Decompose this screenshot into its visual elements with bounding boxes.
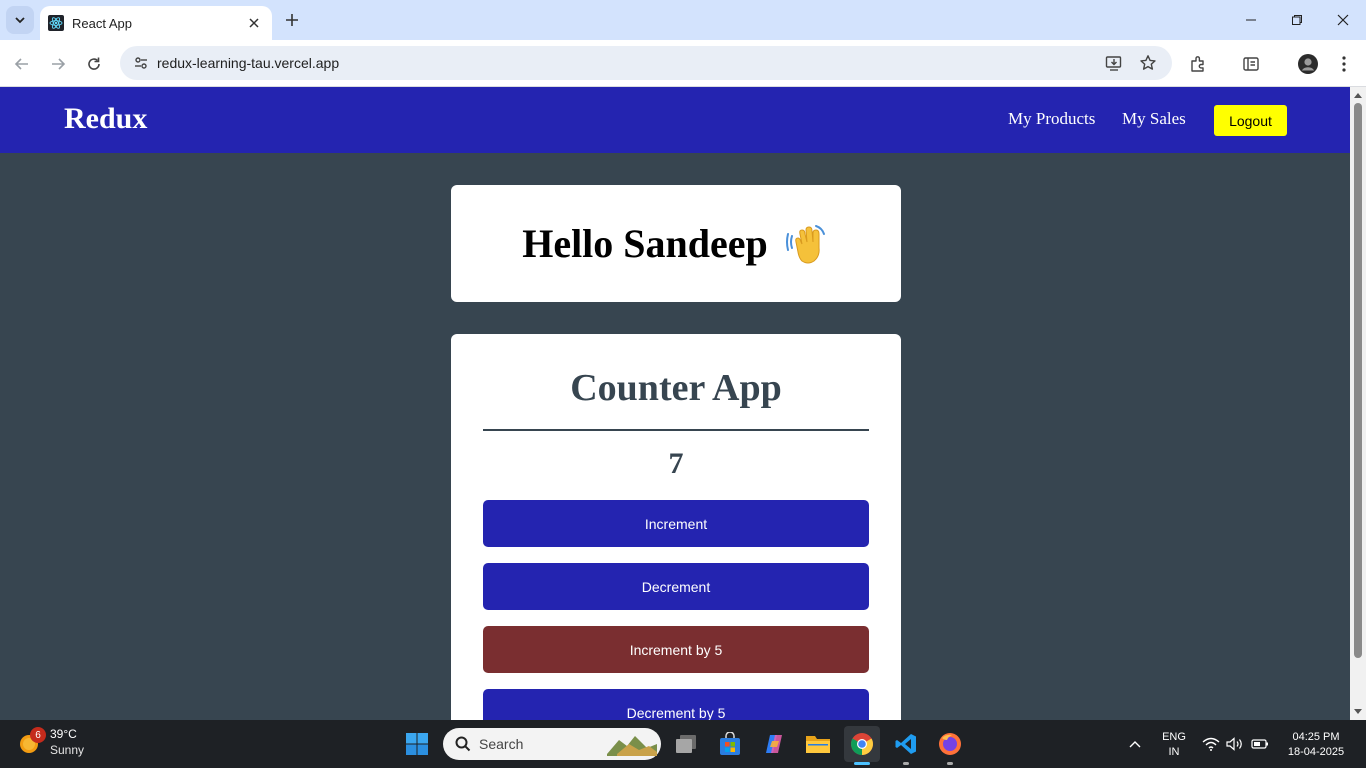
address-bar[interactable]: redux-learning-tau.vercel.app [120, 46, 1172, 80]
reload-button[interactable] [80, 50, 108, 78]
kebab-menu-icon[interactable] [1332, 52, 1356, 76]
microsoft-store-button[interactable] [712, 726, 748, 762]
windows-logo-icon [406, 733, 428, 755]
brand-logo[interactable]: Redux [64, 102, 147, 136]
scroll-down-arrow-icon[interactable] [1350, 705, 1366, 719]
back-button[interactable] [8, 50, 36, 78]
system-clock[interactable]: 04:25 PM 18-04-2025 [1280, 730, 1352, 760]
clock-date: 18-04-2025 [1287, 746, 1345, 758]
restore-icon [1292, 15, 1302, 25]
minimize-button[interactable] [1228, 0, 1274, 40]
vscode-icon [895, 734, 916, 754]
wifi-icon[interactable] [1201, 732, 1221, 756]
search-placeholder: Search [479, 736, 524, 752]
copilot-button[interactable] [756, 726, 792, 762]
firefox-taskbar-button[interactable] [932, 726, 968, 762]
volume-icon[interactable] [1225, 732, 1245, 756]
greeting-heading: Hello Sandeep [522, 221, 768, 266]
weather-badge: 6 [30, 727, 46, 743]
reload-icon [88, 57, 100, 70]
counter-value: 7 [668, 447, 684, 480]
greeting-card: Hello Sandeep [451, 185, 901, 302]
taskbar-search[interactable]: Search [443, 728, 661, 760]
arrow-right-icon [52, 58, 66, 70]
windows-taskbar: 6 39°C Sunny Search ENG IN 04:25 PM 18-0… [0, 720, 1366, 768]
show-hidden-icons-chevron-icon[interactable] [1125, 732, 1145, 756]
vscode-open-indicator [903, 762, 909, 765]
tab-title: React App [72, 15, 132, 31]
weather-description: Sunny [50, 743, 85, 757]
language-line1: ENG [1162, 731, 1186, 743]
page-scrollbar[interactable] [1350, 87, 1366, 720]
chrome-active-indicator [854, 762, 870, 765]
waving-hand-icon [785, 222, 830, 266]
language-indicator[interactable]: ENG IN [1160, 730, 1188, 760]
search-icon [455, 736, 471, 752]
app-navbar: Redux My Products My Sales Logout [0, 87, 1350, 153]
chrome-icon [851, 733, 873, 755]
counter-card: Counter App 7 Increment Decrement Increm… [451, 334, 901, 720]
page-viewport: Redux My Products My Sales Logout Hello … [0, 87, 1350, 720]
divider [483, 429, 869, 431]
url-text[interactable]: redux-learning-tau.vercel.app [157, 55, 339, 71]
vscode-taskbar-button[interactable] [888, 726, 924, 762]
task-view-button[interactable] [668, 726, 704, 762]
increment-by-5-button[interactable]: Increment by 5 [483, 626, 869, 673]
close-icon [1337, 14, 1349, 26]
folder-icon [806, 736, 830, 753]
scroll-up-arrow-icon[interactable] [1350, 88, 1366, 102]
install-app-icon[interactable] [1104, 53, 1124, 73]
firefox-open-indicator [947, 762, 953, 765]
minimize-icon [1246, 19, 1256, 21]
profile-avatar[interactable] [1296, 52, 1320, 76]
restore-button[interactable] [1274, 0, 1320, 40]
task-view-icon [676, 735, 696, 753]
language-line2: IN [1168, 746, 1180, 758]
chrome-taskbar-button[interactable] [844, 726, 880, 762]
copilot-icon [766, 735, 782, 753]
browser-tab[interactable]: React App [40, 6, 272, 40]
start-button[interactable] [399, 726, 435, 762]
scroll-thumb[interactable] [1354, 103, 1362, 658]
file-explorer-button[interactable] [800, 726, 836, 762]
sun-icon: 6 [18, 727, 46, 755]
counter-title: Counter App [570, 367, 782, 409]
react-logo-icon [48, 15, 64, 31]
battery-icon[interactable] [1250, 732, 1270, 756]
search-highlight-landscape-icon [607, 736, 657, 756]
site-info-icon[interactable] [124, 46, 158, 80]
browser-toolbar: redux-learning-tau.vercel.app [0, 40, 1366, 87]
weather-temperature: 39°C [50, 727, 77, 741]
arrow-left-icon [14, 58, 28, 70]
extensions-icon[interactable] [1186, 52, 1210, 76]
new-tab-button[interactable] [280, 8, 304, 32]
tab-close-icon[interactable] [244, 13, 264, 33]
close-window-button[interactable] [1320, 0, 1366, 40]
logout-button[interactable]: Logout [1214, 105, 1287, 136]
decrement-by-5-button[interactable]: Decrement by 5 [483, 689, 869, 720]
tab-search-button[interactable] [6, 6, 34, 34]
increment-button[interactable]: Increment [483, 500, 869, 547]
bookmark-star-icon[interactable] [1138, 53, 1158, 73]
decrement-button[interactable]: Decrement [483, 563, 869, 610]
browser-tabstrip: React App [0, 0, 1366, 40]
nav-link-my-products[interactable]: My Products [1008, 109, 1095, 129]
weather-widget[interactable]: 6 39°C Sunny [18, 726, 84, 758]
firefox-icon [939, 733, 961, 755]
plus-icon [286, 14, 298, 26]
nav-link-my-sales[interactable]: My Sales [1122, 109, 1186, 129]
clock-time: 04:25 PM [1292, 731, 1340, 743]
side-panel-icon[interactable] [1239, 52, 1263, 76]
microsoft-store-icon [720, 732, 740, 755]
forward-button[interactable] [44, 50, 72, 78]
chevron-down-icon [15, 17, 25, 24]
